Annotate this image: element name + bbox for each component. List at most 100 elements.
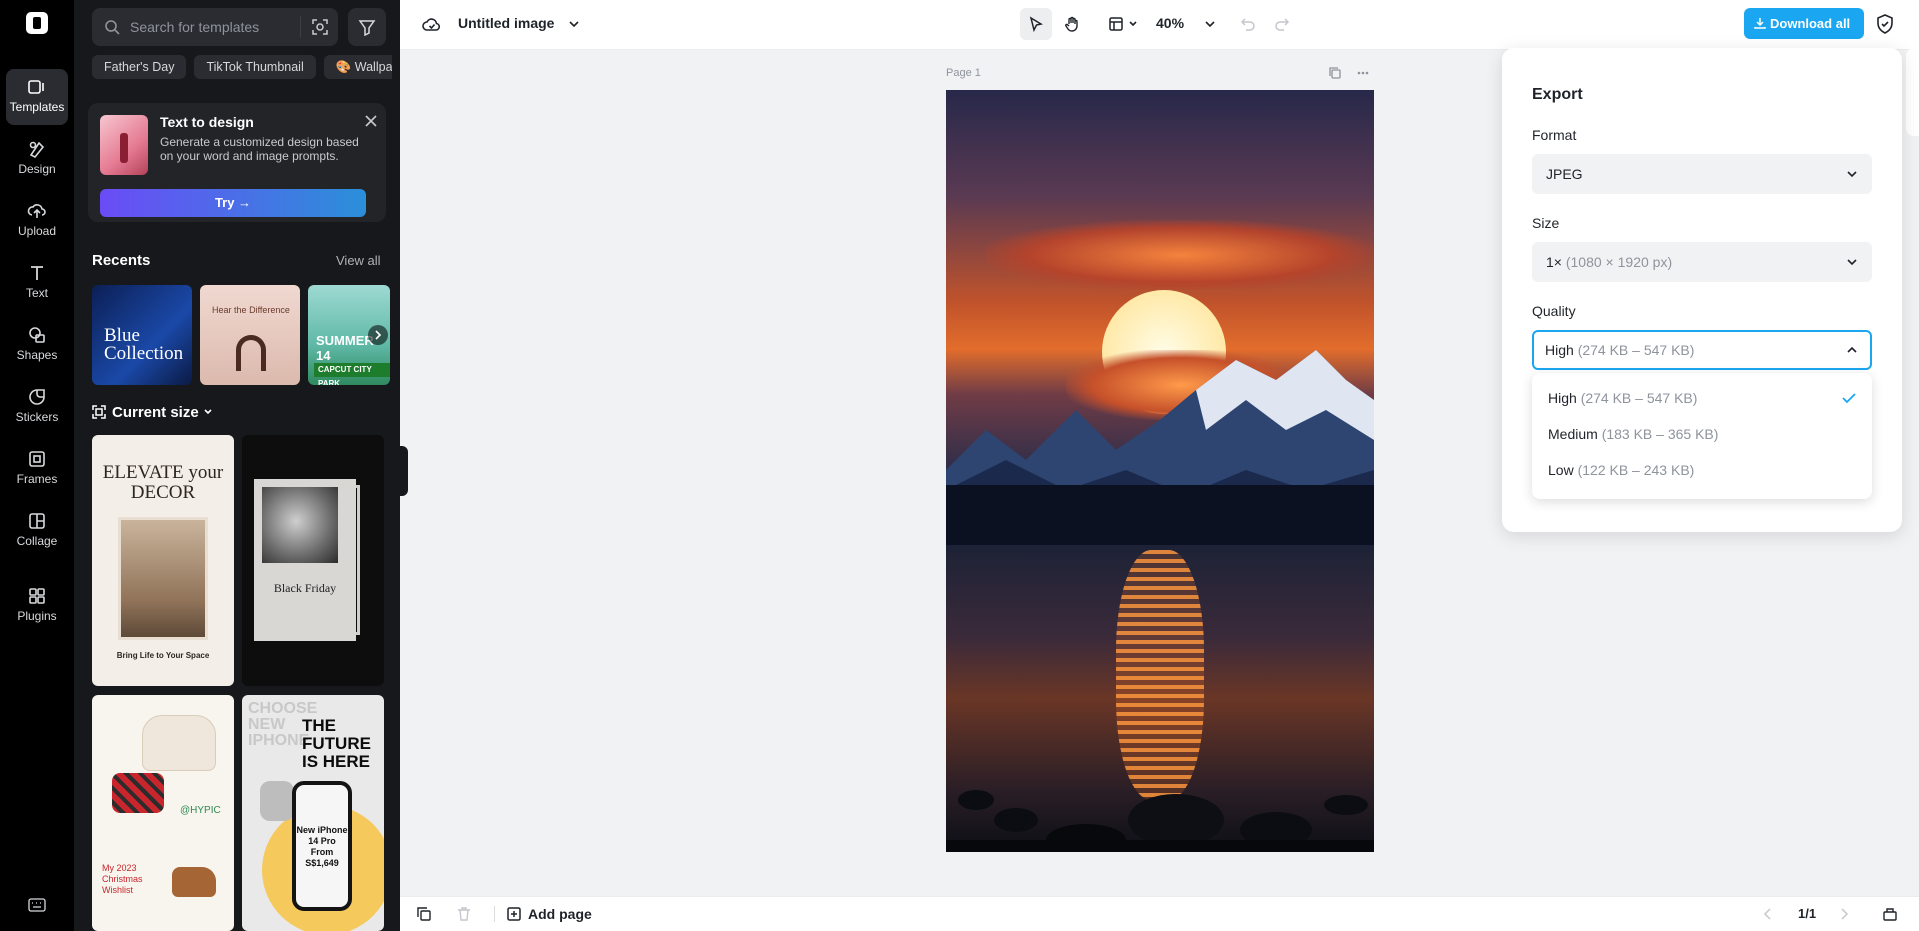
- page-duplicate-icon[interactable]: [416, 906, 432, 922]
- upload-icon: [27, 204, 46, 218]
- download-label: Download all: [1770, 16, 1851, 31]
- rail-item-shapes[interactable]: Shapes: [6, 317, 68, 373]
- filter-button[interactable]: [348, 8, 386, 46]
- plugins-icon: [29, 588, 45, 604]
- filter-icon: [358, 20, 376, 36]
- add-page-icon[interactable]: [506, 906, 522, 922]
- chip-fathers-day[interactable]: Father's Day: [92, 55, 187, 79]
- format-value: JPEG: [1546, 166, 1583, 182]
- chevron-down-icon: [1129, 21, 1137, 27]
- template-headline: ELEVATE your DECOR: [102, 462, 224, 503]
- chip-tiktok-thumbnail[interactable]: TikTok Thumbnail: [194, 55, 316, 79]
- chevron-up-icon: [1847, 346, 1857, 353]
- templates-panel: Search for templates Father's Day TikTok …: [74, 0, 400, 931]
- close-icon[interactable]: [364, 114, 378, 128]
- quality-option-low[interactable]: Low (122 KB – 243 KB): [1532, 452, 1872, 488]
- hand-tool-button[interactable]: [1056, 8, 1088, 40]
- rail-label: Upload: [17, 224, 57, 238]
- layout-icon: [1109, 17, 1123, 31]
- redo-button[interactable]: [1266, 8, 1298, 40]
- hand-icon: [1065, 16, 1078, 32]
- category-chips: Father's Day TikTok Thumbnail 🎨 Wallpaper: [92, 55, 392, 79]
- keyboard-icon[interactable]: [28, 898, 46, 912]
- option-name: Low: [1548, 462, 1574, 478]
- search-input[interactable]: Search for templates: [92, 8, 338, 46]
- quality-dropdown-menu: High (274 KB – 547 KB) Medium (183 KB – …: [1532, 373, 1872, 499]
- size-select[interactable]: 1× (1080 × 1920 px): [1532, 242, 1872, 282]
- rail-item-stickers[interactable]: Stickers: [6, 379, 68, 435]
- canvas-artboard[interactable]: [946, 90, 1374, 852]
- cursor-icon: [1029, 16, 1043, 32]
- zoom-dropdown-button[interactable]: [1194, 8, 1226, 40]
- search-icon: [105, 20, 120, 35]
- chevron-down-icon[interactable]: [568, 18, 580, 30]
- rail-item-plugins[interactable]: Plugins: [6, 578, 68, 634]
- template-headline: My 2023 Christmas Wishlist: [102, 863, 143, 895]
- recents-next-button[interactable]: [368, 325, 388, 345]
- quality-option-medium[interactable]: Medium (183 KB – 365 KB): [1532, 416, 1872, 452]
- current-size-dropdown[interactable]: Current size: [92, 404, 213, 421]
- rail-item-frames[interactable]: Frames: [6, 441, 68, 497]
- template-photo: [118, 517, 208, 640]
- chevron-down-icon: [1847, 171, 1857, 178]
- rail-item-upload[interactable]: Upload: [6, 193, 68, 249]
- quality-detail: (274 KB – 547 KB): [1577, 342, 1695, 358]
- capcut-logo-icon[interactable]: [26, 12, 48, 34]
- zoom-level[interactable]: 40%: [1156, 15, 1184, 31]
- recents-title: Recents: [92, 252, 151, 269]
- sky-cloud: [986, 220, 1374, 290]
- bottom-divider: [494, 906, 495, 922]
- chevron-down-icon: [1205, 21, 1215, 28]
- quality-select[interactable]: High (274 KB – 547 KB): [1532, 330, 1872, 370]
- quality-value: High: [1545, 342, 1574, 358]
- document-title[interactable]: Untitled image: [458, 15, 554, 31]
- layout-dropdown-button[interactable]: [1100, 8, 1144, 40]
- select-tool-button[interactable]: [1020, 8, 1052, 40]
- template-card[interactable]: CHOOSE NEW IPHONE THE FUTURE IS HERE New…: [242, 695, 384, 931]
- next-page-icon[interactable]: [1836, 906, 1852, 922]
- rail-label: Design: [18, 162, 56, 176]
- rail-label: Plugins: [17, 609, 57, 623]
- recent-design-card[interactable]: Hear the Difference: [200, 285, 300, 385]
- text-icon: [31, 266, 43, 280]
- chevron-right-icon: [375, 330, 382, 340]
- add-page-button[interactable]: Add page: [528, 906, 592, 922]
- template-tag: @HYPIC: [180, 805, 221, 816]
- rail-item-templates[interactable]: Templates: [6, 69, 68, 125]
- panel-collapse-handle[interactable]: [400, 446, 408, 496]
- more-options-icon[interactable]: [1356, 66, 1370, 80]
- format-label: Format: [1532, 127, 1577, 143]
- shield-check-icon[interactable]: [1876, 14, 1894, 34]
- template-card[interactable]: Black Friday: [242, 435, 384, 686]
- rail-label: Stickers: [15, 410, 59, 424]
- quality-option-high[interactable]: High (274 KB – 547 KB): [1532, 380, 1872, 416]
- download-all-button[interactable]: Download all: [1744, 8, 1864, 39]
- redo-icon: [1275, 18, 1290, 31]
- recent-design-card[interactable]: Blue Collection: [92, 285, 192, 385]
- download-icon: [1754, 18, 1766, 29]
- image-search-icon[interactable]: [311, 18, 329, 36]
- previous-page-icon[interactable]: [1760, 906, 1776, 922]
- trash-icon[interactable]: [456, 906, 472, 922]
- rail-item-design[interactable]: Design: [6, 131, 68, 187]
- option-detail: (122 KB – 243 KB): [1577, 462, 1695, 478]
- undo-button[interactable]: [1232, 8, 1264, 40]
- rail-label: Shapes: [16, 348, 58, 362]
- recent-card-banner: CAPCUT CITY PARK: [314, 363, 390, 385]
- view-all-link[interactable]: View all: [336, 253, 381, 268]
- chevron-down-icon: [204, 409, 212, 415]
- cloud-sync-icon[interactable]: [422, 15, 442, 33]
- try-button[interactable]: Try →: [100, 189, 366, 217]
- format-select[interactable]: JPEG: [1532, 154, 1872, 194]
- template-card[interactable]: @HYPIC My 2023 Christmas Wishlist: [92, 695, 234, 931]
- rail-item-collage[interactable]: Collage: [6, 503, 68, 559]
- template-card[interactable]: ELEVATE your DECOR Bring Life to Your Sp…: [92, 435, 234, 686]
- chip-wallpaper[interactable]: 🎨 Wallpaper: [323, 55, 392, 79]
- rail-item-text[interactable]: Text: [6, 255, 68, 311]
- layers-panel-icon[interactable]: [1882, 906, 1898, 922]
- size-value: 1×: [1546, 254, 1562, 270]
- option-detail: (274 KB – 547 KB): [1580, 390, 1698, 406]
- duplicate-page-icon[interactable]: [1328, 66, 1342, 80]
- sweater-graphic: [142, 715, 216, 771]
- size-label: Size: [1532, 215, 1560, 231]
